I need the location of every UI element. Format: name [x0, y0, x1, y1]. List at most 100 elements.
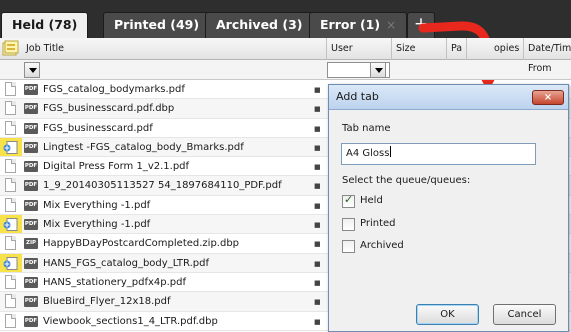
file-type-icon: PDF — [24, 276, 38, 288]
user-cell-marker: ■ — [314, 240, 321, 249]
dialog-title: Add tab — [336, 90, 379, 103]
filter-row: From — [0, 60, 571, 80]
tab-error[interactable]: Error (1) × — [309, 12, 408, 38]
tab-archived-label: Archived (3) — [216, 17, 303, 32]
file-type-icon: PDF — [24, 219, 38, 231]
cancel-button[interactable]: Cancel — [493, 304, 556, 325]
file-type-icon: PDF — [24, 161, 38, 173]
job-title: FGS_businesscard.pdf.dbp — [43, 103, 175, 115]
column-pages-label: Pa — [451, 43, 463, 54]
tab-archived[interactable]: Archived (3) — [205, 12, 314, 38]
tab-held[interactable]: Held (78) — [1, 12, 89, 39]
user-cell-marker: ■ — [314, 105, 321, 114]
row-status-gutter — [0, 80, 22, 98]
held-checkbox-label[interactable]: Held — [360, 195, 383, 206]
job-title: 1_9_20140305113527 54_1897684110_PDF.pdf — [43, 180, 282, 192]
held-checkbox[interactable] — [342, 193, 355, 208]
document-icon — [5, 274, 16, 289]
dialog-titlebar[interactable]: Add tab × — [329, 85, 568, 110]
job-title: FGS_catalog_bodymarks.pdf — [43, 84, 185, 95]
file-type-icon: PDF — [24, 103, 38, 115]
tab-held-label: Held (78) — [12, 17, 78, 32]
job-title: HANS_FGS_catalog_body_LTR.pdf — [43, 257, 209, 269]
datetime-from-label[interactable]: From — [528, 63, 552, 74]
row-status-gutter — [0, 234, 22, 252]
row-status-gutter — [0, 215, 22, 234]
column-user[interactable]: User — [327, 38, 392, 60]
job-grid-header: Job Title User Size Pa opies Date/Time — [0, 38, 571, 60]
document-icon — [5, 178, 16, 193]
user-cell-marker: ■ — [314, 259, 321, 268]
archived-checkbox[interactable] — [342, 240, 355, 253]
column-copies-label: opies — [494, 43, 520, 54]
row-status-gutter — [0, 292, 22, 310]
tab-printed-label: Printed (49) — [114, 17, 200, 32]
file-type-icon: PDF — [24, 180, 38, 192]
user-cell-marker: ■ — [314, 124, 321, 133]
printed-checkbox[interactable] — [342, 218, 355, 231]
dialog-close-button[interactable]: × — [532, 90, 564, 105]
close-tab-icon[interactable]: × — [386, 18, 396, 32]
user-cell-marker: ■ — [314, 221, 321, 230]
row-status-gutter — [0, 312, 22, 330]
row-status-gutter — [0, 137, 22, 157]
job-title: Digital Press Form 1_v2.1.pdf — [43, 161, 190, 173]
document-icon — [5, 236, 16, 251]
column-pages[interactable]: Pa — [447, 38, 467, 60]
tab-error-label: Error (1) — [320, 17, 381, 32]
user-cell-marker: ■ — [314, 278, 321, 287]
document-icon — [5, 159, 16, 174]
tab-name-input[interactable]: A4 Gloss — [341, 143, 536, 165]
user-filter-dropdown[interactable] — [370, 62, 386, 78]
job-title: Mix Everything -1.pdf — [43, 219, 151, 231]
row-status-gutter — [0, 176, 22, 194]
column-copies[interactable]: opies — [490, 38, 524, 60]
user-cell-marker: ■ — [314, 143, 321, 152]
select-all-icon[interactable] — [2, 40, 20, 57]
job-title: Viewbook_sections1_4_LTR.pdf.dbp — [43, 315, 218, 327]
document-icon — [5, 82, 16, 96]
tab-printed[interactable]: Printed (49) — [103, 12, 211, 38]
column-datetime-label: Date/Time — [528, 43, 571, 54]
document-icon — [5, 120, 16, 135]
printed-checkbox-label[interactable]: Printed — [360, 218, 396, 229]
file-type-icon: PDF — [24, 199, 38, 211]
file-type-icon: PDF — [24, 141, 38, 153]
text-caret — [390, 146, 392, 157]
user-cell-marker: ■ — [314, 182, 321, 191]
row-status-gutter — [0, 157, 22, 175]
file-type-icon: PDF — [24, 84, 38, 95]
tab-name-value: A4 Gloss — [346, 148, 390, 159]
job-title: FGS_businesscard.pdf — [43, 122, 153, 134]
document-icon — [5, 197, 16, 212]
type-filter-dropdown[interactable] — [24, 62, 40, 78]
column-datetime[interactable]: Date/Time — [524, 38, 571, 60]
row-status-gutter — [0, 273, 22, 291]
shared-document-icon — [3, 140, 18, 154]
job-title: HappyBDayPostcardCompleted.zip.dbp — [43, 238, 240, 250]
shared-document-icon — [3, 256, 18, 270]
ok-button[interactable]: OK — [416, 304, 479, 325]
file-type-icon: PDF — [24, 315, 38, 327]
row-status-gutter — [0, 119, 22, 137]
file-type-icon: ZIP — [24, 238, 38, 250]
archived-checkbox-label[interactable]: Archived — [360, 240, 404, 251]
job-title: Lingtest -FGS_catalog_body_Bmarks.pdf — [43, 141, 244, 153]
user-cell-marker: ■ — [314, 317, 321, 326]
job-title: BlueBird_Flyer_12x18.pdf — [43, 296, 171, 308]
add-tab-dialog: Add tab × Tab name A4 Gloss Select the q… — [328, 84, 569, 332]
column-job-title[interactable]: Job Title — [22, 38, 327, 60]
user-cell-marker: ■ — [314, 201, 321, 210]
row-status-gutter — [0, 99, 22, 117]
document-icon — [5, 313, 16, 328]
file-type-icon: PDF — [24, 122, 38, 134]
document-icon — [5, 294, 16, 309]
file-type-icon: PDF — [24, 296, 38, 308]
job-title: Mix Everything -1.pdf — [43, 199, 151, 211]
tab-name-label: Tab name — [342, 123, 391, 134]
column-size[interactable]: Size — [392, 38, 447, 60]
user-cell-marker: ■ — [314, 86, 321, 94]
row-status-gutter — [0, 196, 22, 214]
column-user-label: User — [331, 43, 353, 54]
column-size-label: Size — [396, 43, 416, 54]
